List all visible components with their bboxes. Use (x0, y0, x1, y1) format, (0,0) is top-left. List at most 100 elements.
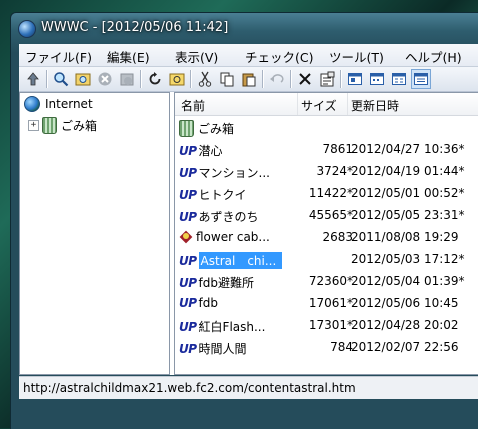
column-name[interactable]: 名前 (181, 97, 205, 114)
menu-file[interactable]: ファイル(F) (25, 47, 92, 66)
tree-item-internet[interactable]: Internet (24, 96, 93, 112)
item-name-cell: UP ヒトクイ (179, 186, 247, 203)
content-area: Internet + ごみ箱 名前 サイズ 更新日時 ごみ箱 UP 潜心 7861 20… (19, 92, 478, 375)
item-date: 2012/04/27 10:36* (351, 142, 465, 156)
item-size: 17301* (308, 318, 353, 332)
tree-item-label: Internet (45, 97, 93, 111)
stop-icon[interactable] (95, 69, 115, 89)
list-item[interactable]: UP マンション... 3724* 2012/04/19 01:44* (175, 161, 478, 183)
item-name: 潜心 (198, 144, 223, 158)
item-name-cell: UP あずきのち (179, 208, 259, 225)
app-globe-icon[interactable] (18, 20, 36, 38)
stop-all-icon[interactable] (117, 69, 137, 89)
cut-icon[interactable] (195, 69, 215, 89)
up-badge-icon: UP (179, 341, 197, 356)
trash-icon (42, 117, 57, 134)
status-url: http://astralchildmax21.web.fc2.com/cont… (23, 381, 356, 395)
item-size: 2683 (322, 230, 353, 244)
check-all-icon[interactable] (73, 69, 93, 89)
check-icon[interactable] (51, 69, 71, 89)
list-item[interactable]: UP 時間人間 784 2012/02/07 22:56 (175, 337, 478, 359)
item-size: 11422* (308, 186, 353, 200)
menu-view[interactable]: 表示(V) (175, 47, 218, 66)
item-name: ヒトクイ (198, 188, 247, 202)
item-date: 2011/08/08 19:29 (351, 230, 459, 244)
item-name: マンション... (198, 166, 270, 180)
view-list-icon[interactable] (389, 69, 409, 89)
app-window: WWWC - [2012/05/06 11:42] ファイル(F) 編集(E) … (10, 12, 478, 429)
toolbar (19, 67, 478, 92)
list-item[interactable]: UP ヒトクイ 11422* 2012/05/01 00:52* (175, 183, 478, 205)
list-item[interactable]: flower cab... 2683 2011/08/08 19:29 (175, 227, 478, 249)
item-name: あずきのち (198, 210, 259, 224)
item-size: 45565* (308, 208, 353, 222)
item-name-cell: flower cab... (179, 230, 270, 244)
up-badge-icon: UP (179, 319, 197, 334)
item-name: flower cab... (196, 230, 270, 244)
up-badge-icon: UP (179, 296, 197, 310)
up-badge-icon: UP (179, 187, 197, 202)
menu-edit[interactable]: 編集(E) (107, 47, 150, 66)
view-small-icon[interactable] (367, 69, 387, 89)
item-date: 2012/05/01 00:52* (351, 186, 465, 200)
up-badge-icon: UP (179, 275, 197, 290)
menu-check[interactable]: チェック(C) (245, 47, 313, 66)
list-item[interactable]: UP 紅白Flash... 17301* 2012/04/28 20:02 (175, 315, 478, 337)
flower-icon (179, 230, 193, 244)
item-date: 2012/05/04 01:39* (351, 274, 465, 288)
column-size[interactable]: サイズ (301, 97, 337, 114)
item-name-cell: UP fdb避難所 (179, 274, 254, 291)
list-item[interactable]: UP Astral chi... 2012/05/03 17:12* (175, 249, 478, 271)
undo-icon[interactable] (267, 69, 287, 89)
delete-icon[interactable] (295, 69, 315, 89)
open-folder-icon[interactable] (167, 69, 187, 89)
tree-item-trash[interactable]: + ごみ箱 (28, 117, 97, 134)
item-name-cell: UP 時間人間 (179, 340, 247, 357)
item-size: 7861 (322, 142, 353, 156)
item-name: Astral chi... (198, 252, 283, 269)
up-folder-icon[interactable] (23, 69, 43, 89)
up-badge-icon: UP (179, 165, 197, 180)
title-bar[interactable]: WWWC - [2012/05/06 11:42] (11, 13, 478, 43)
item-date: 2012/02/07 22:56 (351, 340, 459, 354)
expand-toggle[interactable]: + (28, 120, 39, 131)
menu-tools[interactable]: ツール(T) (329, 47, 384, 66)
list-item[interactable]: UP 潜心 7861 2012/04/27 10:36* (175, 139, 478, 161)
column-header: 名前 サイズ 更新日時 (175, 93, 478, 116)
item-name-cell: UP マンション... (179, 164, 270, 181)
up-badge-icon: UP (179, 143, 197, 158)
menu-bar: ファイル(F) 編集(E) 表示(V) チェック(C) ツール(T) ヘルプ(H… (19, 44, 478, 67)
up-badge-icon: UP (179, 253, 197, 268)
globe-icon (24, 96, 40, 112)
column-date[interactable]: 更新日時 (351, 97, 399, 114)
paste-icon[interactable] (239, 69, 259, 89)
trash-icon (179, 120, 194, 137)
item-date: 2012/05/05 23:31* (351, 208, 465, 222)
item-name: 時間人間 (198, 342, 247, 356)
item-name: fdb (198, 296, 219, 310)
item-name-cell: UP 潜心 (179, 142, 223, 159)
item-date: 2012/04/19 01:44* (351, 164, 465, 178)
folder-tree[interactable]: Internet + ごみ箱 (19, 92, 170, 375)
status-bar: http://astralchildmax21.web.fc2.com/cont… (19, 376, 478, 399)
copy-icon[interactable] (217, 69, 237, 89)
item-date: 2012/05/03 17:12* (351, 252, 465, 266)
up-badge-icon: UP (179, 209, 197, 224)
view-details-icon[interactable] (411, 69, 431, 89)
item-list[interactable]: 名前 サイズ 更新日時 ごみ箱 UP 潜心 7861 2012/04/27 10:36*… (174, 92, 478, 375)
list-item[interactable]: UP fdb 17061* 2012/05/06 10:45 (175, 293, 478, 315)
item-name-cell: ごみ箱 (179, 120, 234, 137)
list-item[interactable]: UP fdb避難所 72360* 2012/05/04 01:39* (175, 271, 478, 293)
refresh-icon[interactable] (145, 69, 165, 89)
list-item[interactable]: ごみ箱 (175, 117, 478, 139)
item-name: fdb避難所 (198, 276, 255, 290)
item-date: 2012/04/28 20:02 (351, 318, 459, 332)
view-large-icon[interactable] (345, 69, 365, 89)
item-size: 784 (330, 340, 353, 354)
menu-help[interactable]: ヘルプ(H) (405, 47, 462, 66)
item-name: ごみ箱 (198, 122, 235, 136)
list-item[interactable]: UP あずきのち 45565* 2012/05/05 23:31* (175, 205, 478, 227)
item-size: 72360* (308, 274, 353, 288)
properties-icon[interactable] (317, 69, 337, 89)
item-name: 紅白Flash... (198, 320, 266, 334)
